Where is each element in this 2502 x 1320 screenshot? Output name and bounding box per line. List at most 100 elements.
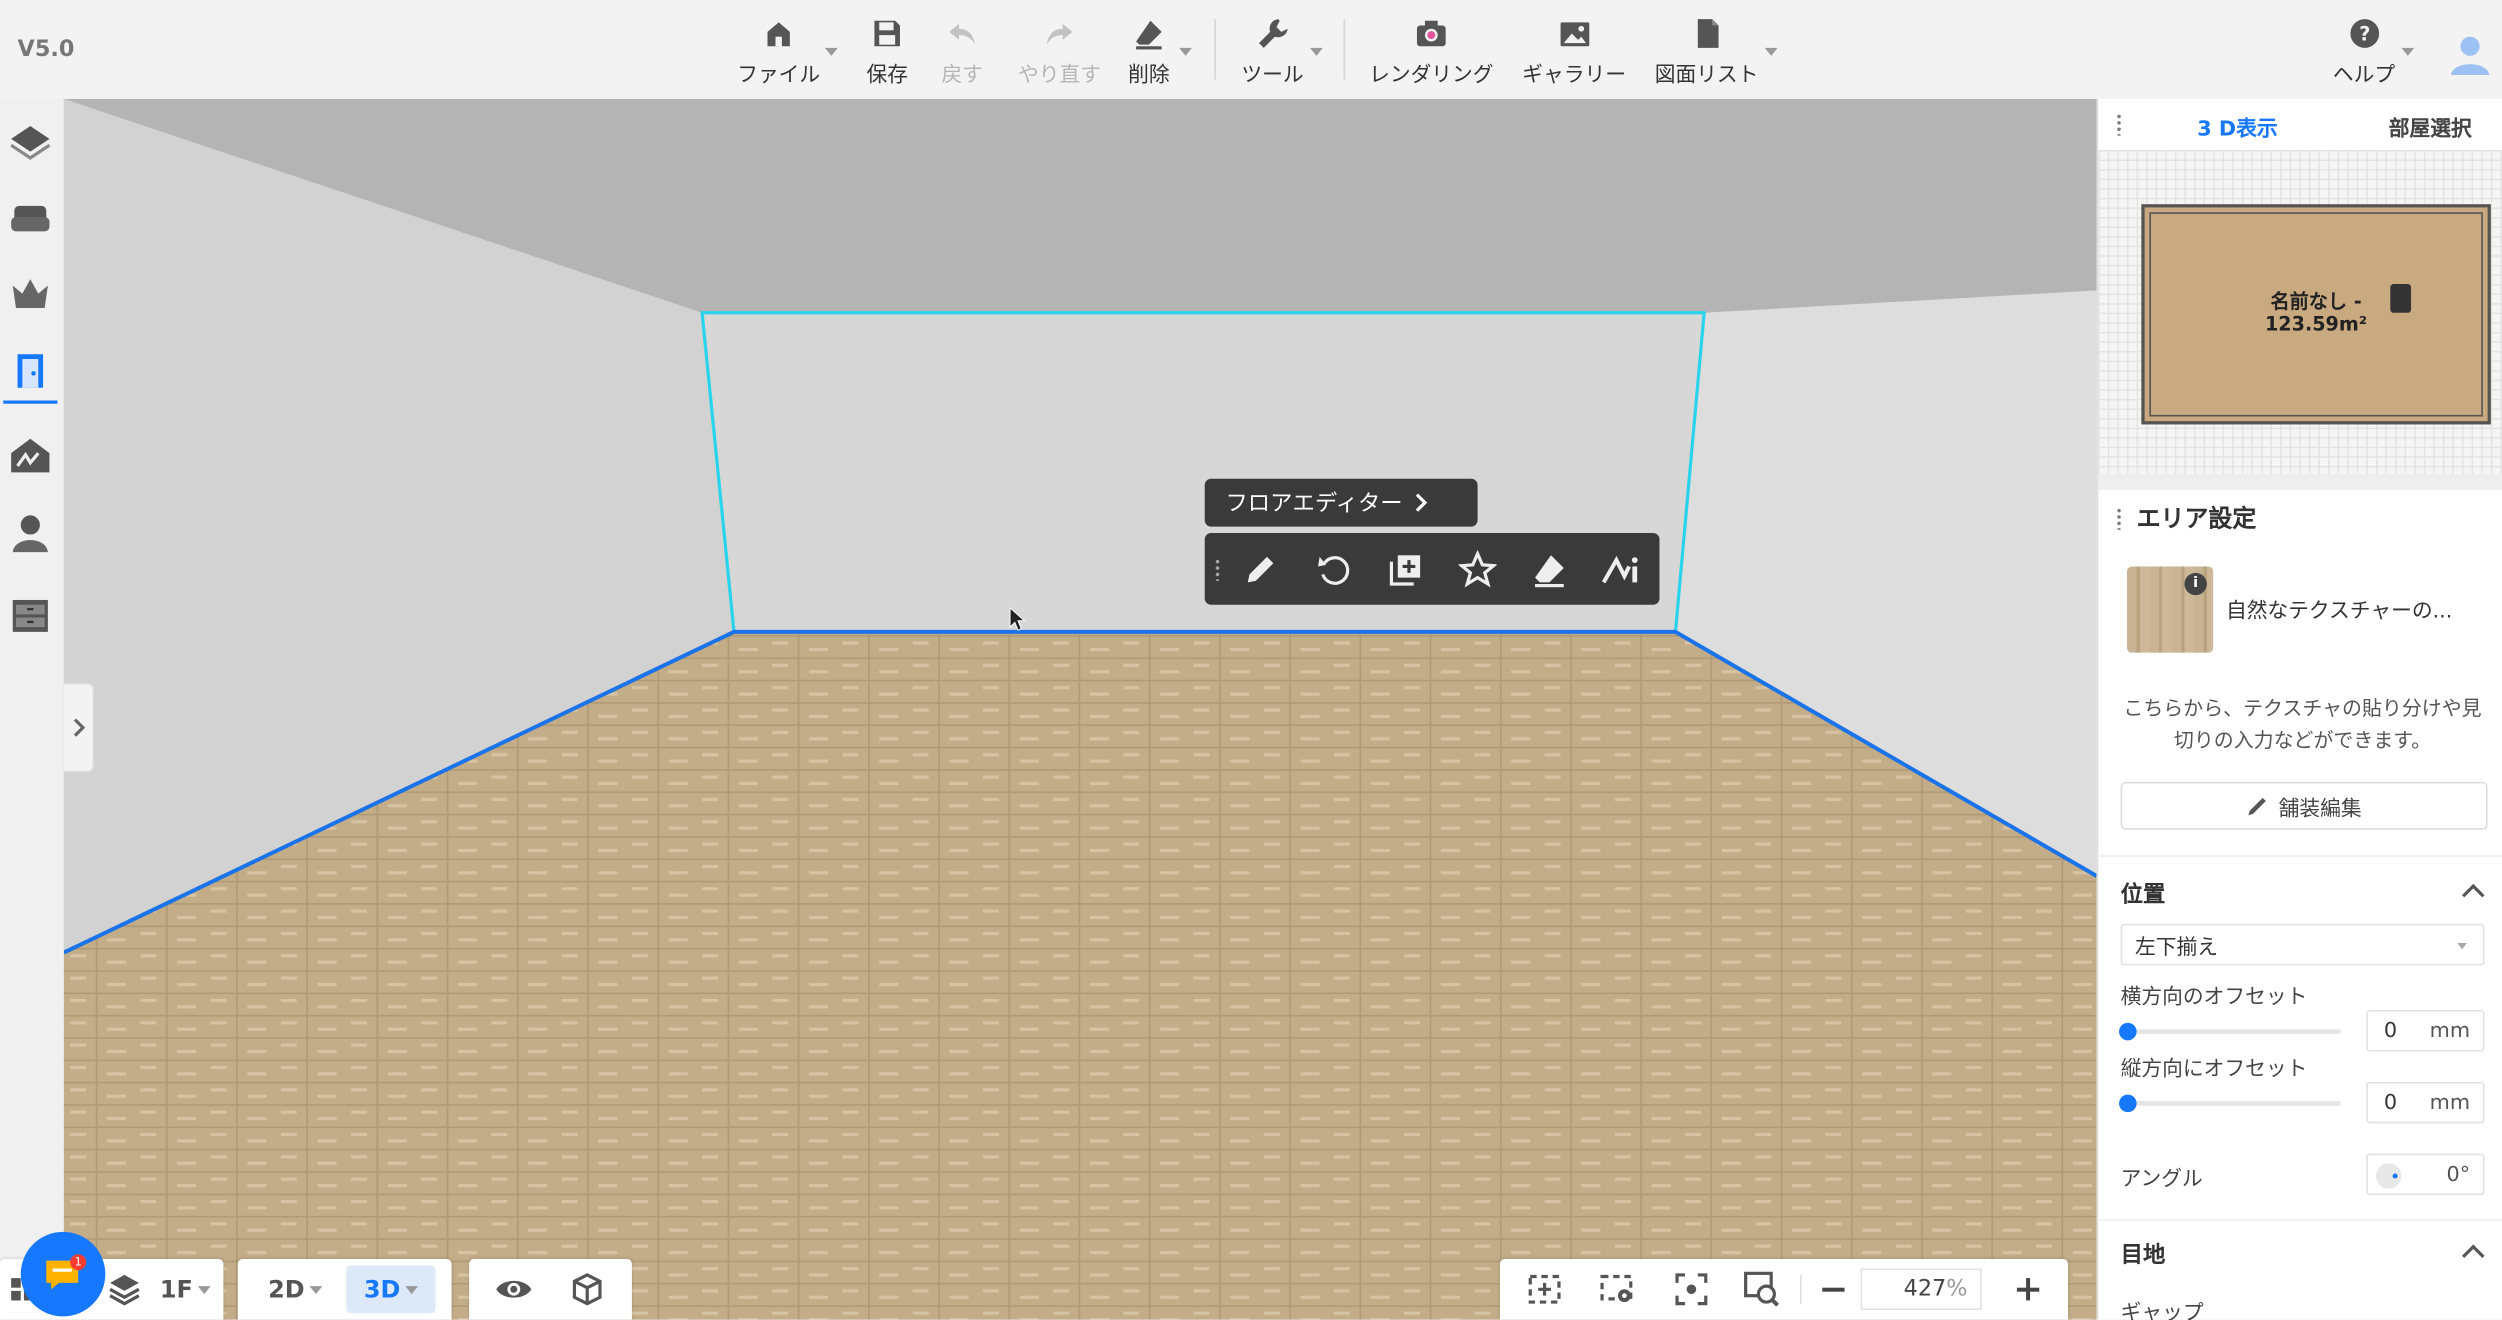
3d-viewport[interactable] (63, 98, 2097, 1320)
drawing-list-button[interactable]: 図面リスト (1655, 16, 1758, 89)
favorite-button[interactable] (1457, 549, 1498, 590)
zoom-out-button[interactable] (1809, 1259, 1857, 1320)
duplicate-button[interactable] (1385, 549, 1426, 590)
section-gap (2098, 473, 2502, 490)
pencil-icon (2248, 797, 2266, 816)
user-avatar-icon[interactable] (2449, 32, 2490, 77)
image-icon (1559, 22, 1589, 47)
mode-3d-label: 3D (363, 1274, 401, 1304)
mode-3d-button[interactable]: 3D (346, 1265, 436, 1314)
eraser-icon (1535, 555, 1564, 588)
collapse-position-icon[interactable] (2461, 883, 2485, 907)
floor-editor-button[interactable]: フロアエディター (1204, 478, 1478, 527)
save-button[interactable]: 保存 (866, 16, 908, 89)
slider-knob[interactable] (2119, 1022, 2137, 1041)
fit-view-button[interactable] (1519, 1259, 1570, 1320)
undo-icon (949, 23, 975, 45)
save-label: 保存 (866, 63, 908, 88)
sidebar-item-structure[interactable] (3, 112, 57, 169)
position-section-title: 位置 (2120, 882, 2166, 908)
erase-button[interactable] (1529, 549, 1570, 590)
alignment-select[interactable]: 左下揃え (2120, 923, 2485, 966)
room-3d-scene[interactable] (63, 98, 2097, 1320)
angle-input[interactable]: 0° (2366, 1153, 2485, 1196)
sidebar-item-account[interactable] (3, 504, 57, 561)
redo-icon (1046, 23, 1073, 45)
angle-label: アングル (2120, 1168, 2203, 1192)
left-sidebar (0, 98, 66, 1320)
tab-room-select[interactable]: 部屋選択 (2389, 112, 2472, 142)
chevron-down-icon (405, 1285, 418, 1294)
file-button[interactable]: ファイル (737, 16, 820, 89)
sidebar-expand-toggle[interactable] (63, 682, 95, 773)
help-dropdown-caret[interactable] (2401, 47, 2415, 56)
floor-select[interactable]: 1F (153, 1259, 217, 1320)
toolbar-separator (1214, 19, 1216, 80)
mode-2d-button[interactable]: 2D (251, 1259, 340, 1320)
cube-view-button[interactable] (555, 1259, 619, 1320)
texture-name[interactable]: 自然なテクスチャーの... (2226, 594, 2452, 624)
drag-handle-icon[interactable] (1214, 558, 1221, 581)
delete-label: 削除 (1128, 63, 1170, 88)
help-button[interactable]: ? ヘルプ (2333, 16, 2395, 89)
texture-thumbnail[interactable]: i (2127, 566, 2214, 653)
zoom-in-button[interactable] (2004, 1259, 2052, 1320)
v-offset-slider[interactable] (2119, 1094, 2341, 1113)
door-marker-icon (2390, 284, 2412, 313)
star-icon (1458, 550, 1497, 588)
edit-floor-button[interactable] (1240, 549, 1281, 590)
zoom-area-button[interactable] (1736, 1259, 1787, 1320)
minimap-room[interactable]: 名前なし - 123.59m² (2141, 204, 2491, 425)
redo-button[interactable]: やり直す (1018, 16, 1101, 89)
person-icon (12, 515, 48, 553)
chat-button[interactable]: 1 (20, 1231, 106, 1317)
unit-label: mm (2429, 1019, 2471, 1044)
v-offset-input[interactable]: 0 mm (2366, 1081, 2485, 1124)
zoom-input[interactable]: 427 % (1860, 1268, 1982, 1311)
tools-dropdown-caret[interactable] (1310, 47, 1323, 56)
layers-shape-icon (10, 126, 51, 160)
rendering-button[interactable]: レンダリング (1369, 16, 1494, 89)
ai-stroke-icon (1601, 555, 1638, 584)
area-settings-title: エリア設定 (2136, 504, 2257, 533)
focus-button[interactable] (1666, 1259, 1717, 1320)
info-icon[interactable]: i (2184, 572, 2207, 596)
drag-handle-icon[interactable] (2115, 113, 2123, 136)
svg-text:?: ? (2358, 23, 2369, 46)
collapse-joint-icon[interactable] (2461, 1244, 2485, 1268)
ai-button[interactable] (1600, 549, 1641, 590)
rotate-button[interactable] (1313, 549, 1354, 590)
tab-3d-view[interactable]: 3 D表示 (2197, 112, 2277, 142)
view-settings-button[interactable] (1592, 1259, 1643, 1320)
angle-dial-icon[interactable] (2374, 1162, 2403, 1191)
h-offset-input[interactable]: 0 mm (2366, 1010, 2485, 1052)
mode-2d-label: 2D (268, 1274, 305, 1304)
sidebar-item-ai-design[interactable] (3, 426, 57, 483)
gap-label: ギャップ (2120, 1302, 2204, 1320)
gallery-button[interactable]: ギャラリー (1522, 16, 1626, 89)
drawing-list-dropdown-caret[interactable] (1764, 47, 1778, 56)
unit-label: mm (2429, 1091, 2471, 1116)
undo-button[interactable]: 戻す (941, 16, 983, 89)
pavement-edit-button[interactable]: 舗装編集 (2120, 781, 2488, 830)
delete-dropdown-caret[interactable] (1179, 47, 1192, 56)
floor-value: 1F (159, 1274, 193, 1304)
h-offset-slider[interactable] (2119, 1022, 2341, 1041)
file-dropdown-caret[interactable] (824, 47, 838, 56)
sidebar-item-furniture[interactable] (3, 190, 57, 247)
v-offset-value: 0 (2383, 1091, 2398, 1116)
sidebar-item-doors-windows[interactable] (3, 343, 58, 404)
sidebar-item-premium[interactable] (3, 265, 57, 322)
divider (2098, 855, 2502, 857)
minimap[interactable]: 名前なし - 123.59m² (2098, 149, 2502, 474)
tools-button[interactable]: ツール (1241, 16, 1304, 89)
chevron-down-icon (309, 1285, 323, 1294)
zoom-value: 427 (1903, 1276, 1947, 1303)
visibility-button[interactable] (482, 1259, 546, 1320)
delete-button[interactable]: 削除 (1128, 16, 1170, 89)
sidebar-item-storage[interactable] (3, 587, 57, 644)
layers-button[interactable] (102, 1259, 147, 1320)
drag-handle-icon[interactable] (2115, 507, 2123, 530)
document-icon (1696, 19, 1718, 48)
slider-knob[interactable] (2119, 1094, 2137, 1113)
